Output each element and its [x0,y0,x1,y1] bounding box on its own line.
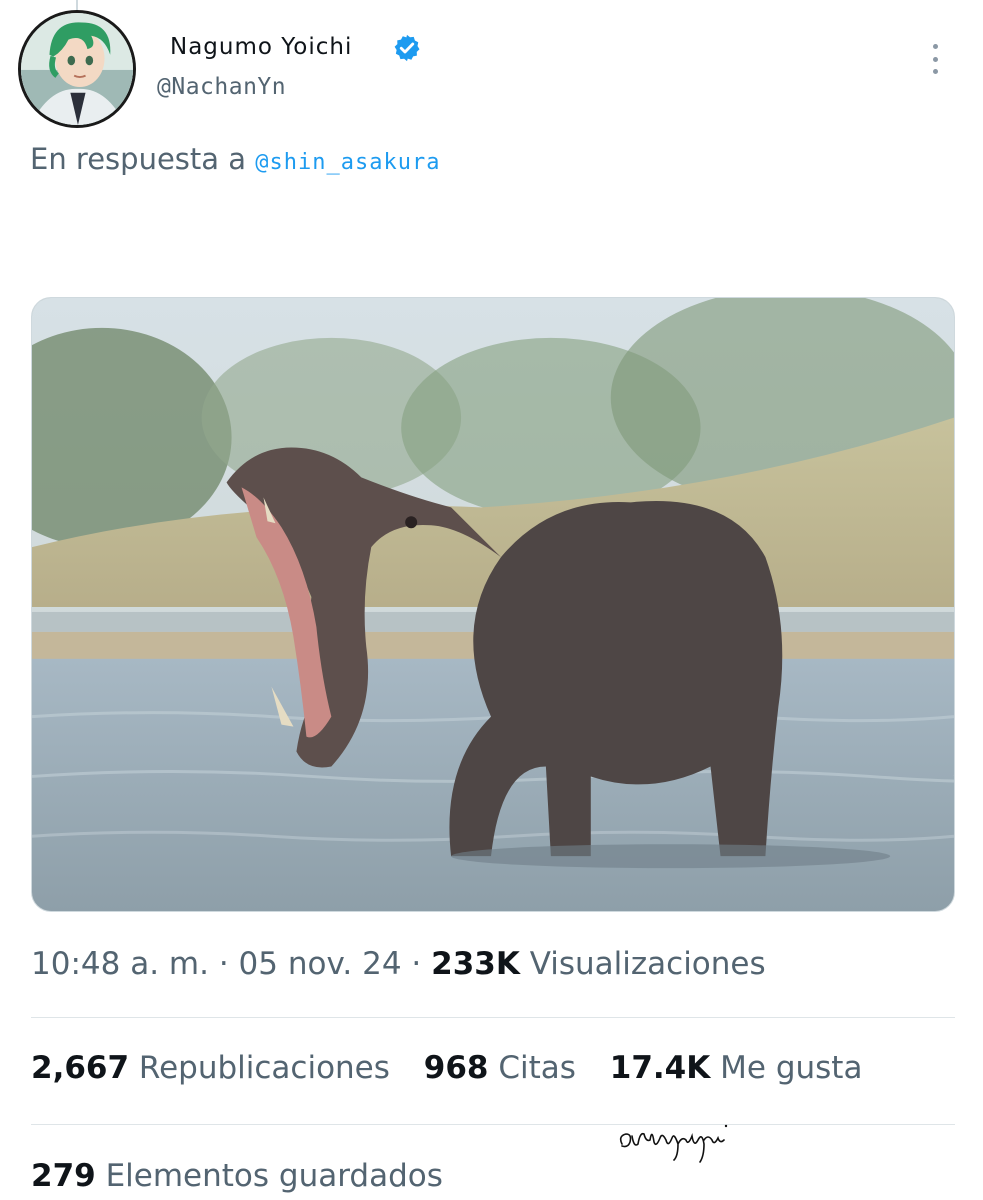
likes-stat[interactable]: 17.4K Me gusta [610,1050,863,1086]
divider [31,1017,955,1018]
quotes-stat[interactable]: 968 Citas [424,1050,576,1086]
author-display-name[interactable]: Nagumo Yoichi [170,34,352,60]
bookmarks-stat[interactable]: 279 Elementos guardados [31,1158,443,1194]
meta-separator: · [218,946,229,982]
tweet-time[interactable]: 10:48 a. m. [31,946,209,982]
quotes-count: 968 [423,1050,489,1086]
author-handle[interactable]: @NachanYn [157,74,286,100]
bookmarks-label: Elementos guardados [105,1158,443,1194]
more-vertical-icon[interactable] [920,42,950,76]
anime-character-avatar-icon [21,13,133,125]
tweet-date[interactable]: 05 nov. 24 [239,946,402,982]
verified-badge-icon [394,34,420,62]
avatar[interactable] [18,10,136,128]
more-dot [932,56,938,62]
likes-label: Me gusta [720,1050,863,1086]
more-dot [932,44,938,49]
hippo-photo [32,298,954,911]
meta-separator: · [411,946,422,982]
thread-connector [76,0,78,10]
views-label: Visualizaciones [529,946,766,982]
views-count: 233K [431,946,520,982]
reply-context: En respuesta a @shin_asakura [30,142,440,176]
engagement-stats: 2,667 Republicaciones 968 Citas 17.4K Me… [31,1050,886,1086]
more-dot [932,69,938,74]
likes-count: 17.4K [609,1050,711,1086]
quotes-label: Citas [498,1050,576,1086]
reply-prefix: En respuesta a [30,142,247,176]
handwritten-signature [619,1124,728,1163]
reply-to-link[interactable]: @shin_asakura [255,150,440,175]
reposts-count: 2,667 [31,1050,130,1086]
divider [31,1124,955,1125]
tweet-meta: 10:48 a. m. · 05 nov. 24 · 233K Visualiz… [31,946,766,982]
reposts-label: Republicaciones [138,1050,390,1086]
tweet-image[interactable] [31,297,955,912]
reposts-stat[interactable]: 2,667 Republicaciones [31,1050,390,1086]
bookmarks-count: 279 [31,1158,96,1194]
